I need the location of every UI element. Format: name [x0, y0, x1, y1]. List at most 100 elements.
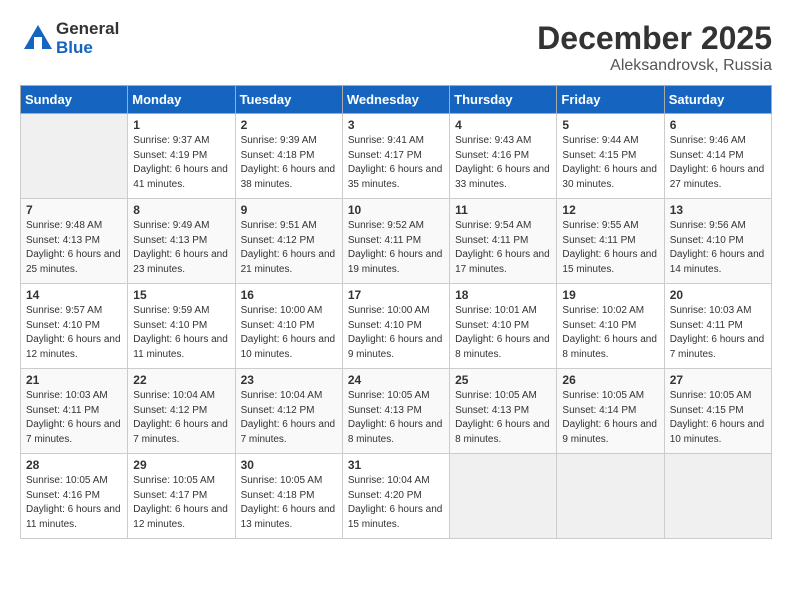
day-number: 4 — [455, 118, 551, 132]
day-number: 21 — [26, 373, 122, 387]
day-number: 16 — [241, 288, 337, 302]
day-info: Sunrise: 9:41 AMSunset: 4:17 PMDaylight:… — [348, 134, 444, 192]
calendar-cell: 17Sunrise: 10:00 AMSunset: 4:10 PMDaylig… — [342, 284, 449, 369]
day-info: Sunrise: 9:52 AMSunset: 4:11 PMDaylight:… — [348, 219, 444, 277]
day-info: Sunrise: 10:05 AMSunset: 4:17 PMDaylight… — [133, 474, 229, 532]
calendar-cell — [21, 114, 128, 199]
day-info: Sunrise: 9:56 AMSunset: 4:10 PMDaylight:… — [670, 219, 766, 277]
day-number: 9 — [241, 203, 337, 217]
calendar-cell: 3 Sunrise: 9:41 AMSunset: 4:17 PMDaylight… — [342, 114, 449, 199]
day-info: Sunrise: 9:51 AMSunset: 4:12 PMDaylight:… — [241, 219, 337, 277]
day-number: 27 — [670, 373, 766, 387]
calendar-week-row: 28Sunrise: 10:05 AMSunset: 4:16 PMDaylig… — [21, 454, 772, 539]
day-info: Sunrise: 9:37 AMSunset: 4:19 PMDaylight:… — [133, 134, 229, 192]
calendar-cell: 21 Sunrise: 10:03 AMSunset: 4:11 PMDaylig… — [21, 369, 128, 454]
calendar-cell: 1 Sunrise: 9:37 AMSunset: 4:19 PMDaylight… — [128, 114, 235, 199]
logo-icon — [20, 21, 56, 57]
calendar-cell: 28Sunrise: 10:05 AMSunset: 4:16 PMDaylig… — [21, 454, 128, 539]
day-info: Sunrise: 10:04 AMSunset: 4:20 PMDaylight… — [348, 474, 444, 532]
weekday-header-tuesday: Tuesday — [235, 86, 342, 114]
day-info: Sunrise: 9:54 AMSunset: 4:11 PMDaylight:… — [455, 219, 551, 277]
day-number: 26 — [562, 373, 658, 387]
day-number: 12 — [562, 203, 658, 217]
day-info: Sunrise: 9:59 AMSunset: 4:10 PMDaylight:… — [133, 304, 229, 362]
calendar-cell: 25 Sunrise: 10:05 AMSunset: 4:13 PMDaylig… — [450, 369, 557, 454]
calendar-week-row: 7 Sunrise: 9:48 AMSunset: 4:13 PMDaylight… — [21, 199, 772, 284]
month-title: December 2025 — [537, 20, 772, 57]
day-number: 25 — [455, 373, 551, 387]
day-number: 11 — [455, 203, 551, 217]
day-info: Sunrise: 9:43 AMSunset: 4:16 PMDaylight:… — [455, 134, 551, 192]
calendar-cell: 13 Sunrise: 9:56 AMSunset: 4:10 PMDayligh… — [664, 199, 771, 284]
calendar-cell — [450, 454, 557, 539]
day-number: 15 — [133, 288, 229, 302]
day-info: Sunrise: 10:04 AMSunset: 4:12 PMDaylight… — [133, 389, 229, 447]
day-info: Sunrise: 10:01 AMSunset: 4:10 PMDaylight… — [455, 304, 551, 362]
calendar-week-row: 1 Sunrise: 9:37 AMSunset: 4:19 PMDaylight… — [21, 114, 772, 199]
calendar-cell: 4 Sunrise: 9:43 AMSunset: 4:16 PMDaylight… — [450, 114, 557, 199]
logo-blue-text: Blue — [56, 39, 119, 58]
day-info: Sunrise: 10:00 AMSunset: 4:10 PMDaylight… — [241, 304, 337, 362]
day-number: 3 — [348, 118, 444, 132]
day-number: 30 — [241, 458, 337, 472]
title-block: December 2025 Aleksandrovsk, Russia — [537, 20, 772, 75]
day-number: 23 — [241, 373, 337, 387]
day-number: 13 — [670, 203, 766, 217]
weekday-header-friday: Friday — [557, 86, 664, 114]
day-info: Sunrise: 10:05 AMSunset: 4:14 PMDaylight… — [562, 389, 658, 447]
calendar-cell: 9 Sunrise: 9:51 AMSunset: 4:12 PMDaylight… — [235, 199, 342, 284]
day-info: Sunrise: 10:05 AMSunset: 4:18 PMDaylight… — [241, 474, 337, 532]
calendar-cell: 30 Sunrise: 10:05 AMSunset: 4:18 PMDaylig… — [235, 454, 342, 539]
calendar-cell: 2 Sunrise: 9:39 AMSunset: 4:18 PMDaylight… — [235, 114, 342, 199]
weekday-header-wednesday: Wednesday — [342, 86, 449, 114]
calendar-cell: 7 Sunrise: 9:48 AMSunset: 4:13 PMDaylight… — [21, 199, 128, 284]
weekday-header-sunday: Sunday — [21, 86, 128, 114]
day-info: Sunrise: 10:04 AMSunset: 4:12 PMDaylight… — [241, 389, 337, 447]
day-number: 7 — [26, 203, 122, 217]
day-number: 29 — [133, 458, 229, 472]
calendar-cell: 27Sunrise: 10:05 AMSunset: 4:15 PMDaylig… — [664, 369, 771, 454]
calendar-cell: 16 Sunrise: 10:00 AMSunset: 4:10 PMDaylig… — [235, 284, 342, 369]
day-number: 24 — [348, 373, 444, 387]
day-number: 1 — [133, 118, 229, 132]
day-number: 14 — [26, 288, 122, 302]
day-number: 22 — [133, 373, 229, 387]
day-number: 8 — [133, 203, 229, 217]
calendar-cell: 20Sunrise: 10:03 AMSunset: 4:11 PMDaylig… — [664, 284, 771, 369]
day-info: Sunrise: 10:03 AMSunset: 4:11 PMDaylight… — [26, 389, 122, 447]
calendar-cell: 12Sunrise: 9:55 AMSunset: 4:11 PMDayligh… — [557, 199, 664, 284]
weekday-header-thursday: Thursday — [450, 86, 557, 114]
calendar-table: SundayMondayTuesdayWednesdayThursdayFrid… — [20, 85, 772, 539]
calendar-cell: 23 Sunrise: 10:04 AMSunset: 4:12 PMDaylig… — [235, 369, 342, 454]
weekday-header-row: SundayMondayTuesdayWednesdayThursdayFrid… — [21, 86, 772, 114]
day-number: 17 — [348, 288, 444, 302]
day-number: 6 — [670, 118, 766, 132]
page-header: General Blue December 2025 Aleksandrovsk… — [20, 20, 772, 75]
day-info: Sunrise: 9:48 AMSunset: 4:13 PMDaylight:… — [26, 219, 122, 277]
calendar-cell: 5 Sunrise: 9:44 AMSunset: 4:15 PMDaylight… — [557, 114, 664, 199]
calendar-cell: 19 Sunrise: 10:02 AMSunset: 4:10 PMDaylig… — [557, 284, 664, 369]
day-info: Sunrise: 9:39 AMSunset: 4:18 PMDaylight:… — [241, 134, 337, 192]
weekday-header-monday: Monday — [128, 86, 235, 114]
day-info: Sunrise: 9:57 AMSunset: 4:10 PMDaylight:… — [26, 304, 122, 362]
day-info: Sunrise: 10:05 AMSunset: 4:13 PMDaylight… — [455, 389, 551, 447]
day-number: 10 — [348, 203, 444, 217]
calendar-cell: 18Sunrise: 10:01 AMSunset: 4:10 PMDaylig… — [450, 284, 557, 369]
calendar-cell: 6 Sunrise: 9:46 AMSunset: 4:14 PMDaylight… — [664, 114, 771, 199]
day-info: Sunrise: 10:02 AMSunset: 4:10 PMDaylight… — [562, 304, 658, 362]
calendar-cell: 22 Sunrise: 10:04 AMSunset: 4:12 PMDaylig… — [128, 369, 235, 454]
day-number: 19 — [562, 288, 658, 302]
day-info: Sunrise: 9:46 AMSunset: 4:14 PMDaylight:… — [670, 134, 766, 192]
calendar-cell: 29 Sunrise: 10:05 AMSunset: 4:17 PMDaylig… — [128, 454, 235, 539]
day-info: Sunrise: 9:44 AMSunset: 4:15 PMDaylight:… — [562, 134, 658, 192]
day-number: 2 — [241, 118, 337, 132]
day-number: 5 — [562, 118, 658, 132]
calendar-cell: 8Sunrise: 9:49 AMSunset: 4:13 PMDaylight… — [128, 199, 235, 284]
weekday-header-saturday: Saturday — [664, 86, 771, 114]
calendar-week-row: 14 Sunrise: 9:57 AMSunset: 4:10 PMDayligh… — [21, 284, 772, 369]
day-number: 31 — [348, 458, 444, 472]
calendar-cell: 10 Sunrise: 9:52 AMSunset: 4:11 PMDayligh… — [342, 199, 449, 284]
day-number: 20 — [670, 288, 766, 302]
day-number: 28 — [26, 458, 122, 472]
calendar-cell — [557, 454, 664, 539]
